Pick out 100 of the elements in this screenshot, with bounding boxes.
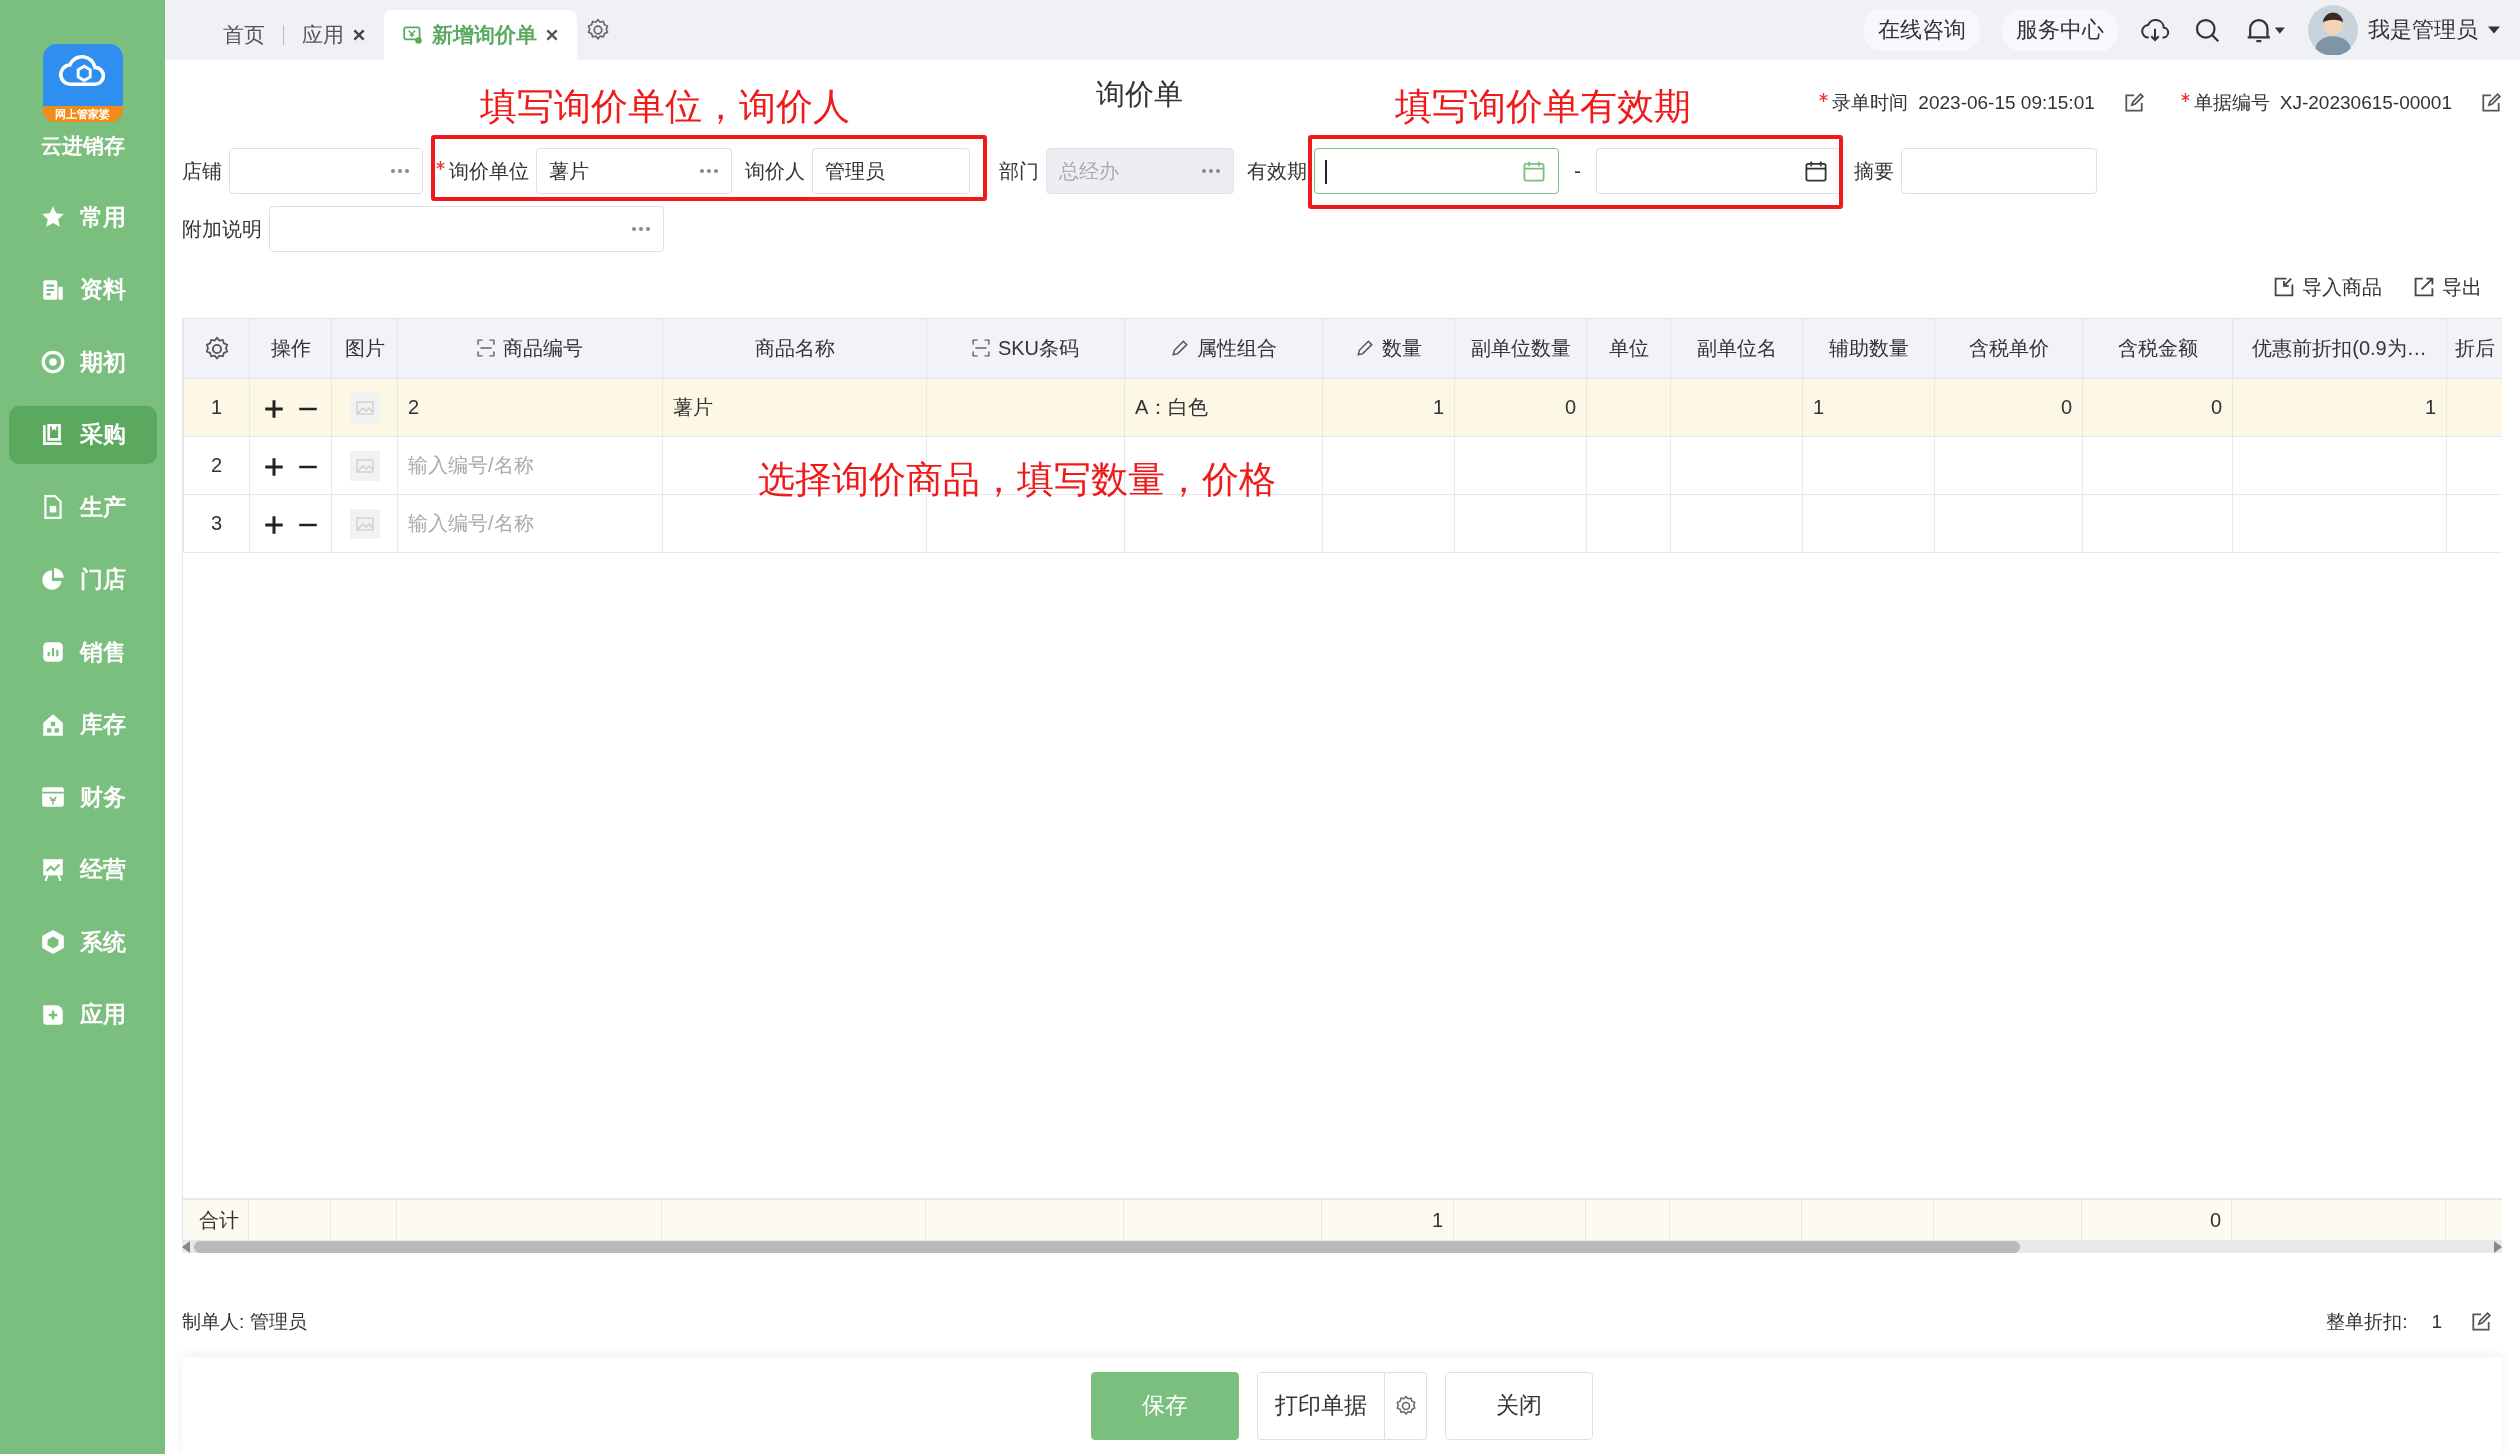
- save-button[interactable]: 保存: [1091, 1371, 1239, 1440]
- sidebar-item[interactable]: 系统: [8, 913, 157, 971]
- sidebar-item[interactable]: 应用: [8, 985, 157, 1044]
- edit-icon[interactable]: [2122, 92, 2145, 114]
- image-placeholder-icon: [349, 508, 380, 539]
- pencil-icon: [1170, 339, 1189, 357]
- date-field[interactable]: [1314, 148, 1559, 194]
- edit-icon[interactable]: [2470, 1311, 2492, 1333]
- row-number: 3: [183, 494, 250, 553]
- toolbar-button[interactable]: 导入商品: [2272, 273, 2382, 301]
- calendar-icon: [1522, 159, 1546, 183]
- export-icon: [2412, 275, 2436, 299]
- tab[interactable]: 应用: [284, 10, 384, 60]
- edit-icon[interactable]: [2480, 92, 2502, 114]
- annotation-text: 填写询价单有效期: [1395, 85, 1691, 129]
- more-icon[interactable]: [390, 168, 410, 174]
- table-cell: 1: [2232, 378, 2447, 437]
- print-button[interactable]: 打印单据: [1257, 1371, 1385, 1440]
- annotation-text: 选择询价商品，填写数量，价格: [758, 458, 1276, 502]
- toolbar-button[interactable]: 导出: [2412, 273, 2482, 301]
- meta-value: XJ-20230615-00001: [2279, 92, 2452, 114]
- sidebar-item[interactable]: 生产: [8, 478, 157, 536]
- form-title: 询价单: [1096, 77, 1183, 112]
- column-header: 副单位数量: [1454, 318, 1587, 379]
- annotation-text: 填写询价单位，询价人: [480, 85, 850, 129]
- horizontal-scrollbar[interactable]: [182, 1241, 2502, 1253]
- pie-chart-icon: [39, 566, 66, 593]
- input-field[interactable]: 管理员: [812, 148, 970, 194]
- picker-field[interactable]: [269, 206, 664, 252]
- field-label: 摘要: [1854, 158, 1894, 184]
- sidebar-item[interactable]: 期初: [8, 333, 157, 391]
- close-icon[interactable]: [545, 28, 559, 42]
- column-header: 含税金额: [2082, 318, 2233, 379]
- column-header: 单位: [1586, 318, 1671, 379]
- column-header: 折后: [2446, 318, 2502, 379]
- maker-text: 制单人: 管理员: [182, 1310, 307, 1334]
- logo-badge: 网上管家婆: [42, 106, 123, 122]
- close-button[interactable]: 关闭: [1445, 1371, 1593, 1440]
- tab[interactable]: 首页: [205, 10, 283, 60]
- caret-icon[interactable]: [2488, 26, 2500, 34]
- calendar-icon: [1804, 159, 1828, 183]
- app-name: 云进销存: [40, 133, 125, 159]
- header-link-button[interactable]: 在线咨询: [1864, 9, 1980, 51]
- input-field[interactable]: [1901, 148, 2097, 194]
- import-icon: [2272, 275, 2296, 299]
- header-link-button[interactable]: 服务中心: [2002, 9, 2118, 51]
- sidebar-item[interactable]: 库存: [8, 695, 157, 754]
- table-cell: 输入编号/名称: [397, 436, 663, 495]
- add-row-icon[interactable]: [263, 514, 284, 535]
- print-settings-button[interactable]: [1385, 1371, 1427, 1440]
- totals-cell: 1: [1321, 1199, 1454, 1241]
- totals-cell: 合计: [182, 1199, 249, 1241]
- sidebar-item[interactable]: 销售: [8, 623, 157, 681]
- add-row-icon[interactable]: [263, 456, 284, 477]
- table-cell: 输入编号/名称: [397, 494, 663, 553]
- meta-value: 2023-06-15 09:15:01: [1918, 92, 2095, 114]
- totals-cell: 0: [2081, 1199, 2232, 1241]
- more-icon[interactable]: [699, 168, 719, 174]
- image-placeholder-icon: [349, 392, 380, 423]
- table-cell: 2: [397, 378, 663, 437]
- scan-icon: [477, 339, 495, 357]
- column-header: 辅助数量: [1802, 318, 1935, 379]
- tab[interactable]: 新增询价单: [384, 10, 577, 60]
- discount-label: 整单折扣:: [2326, 1310, 2408, 1334]
- more-icon[interactable]: [631, 226, 651, 232]
- hexagon-icon: [39, 929, 66, 955]
- column-header: 数量: [1322, 318, 1455, 379]
- target-icon: [39, 349, 66, 375]
- column-header: 商品编号: [397, 318, 663, 379]
- picker-field[interactable]: [229, 148, 423, 194]
- sidebar-item[interactable]: 门店: [8, 550, 157, 609]
- field-label: 部门: [999, 158, 1039, 184]
- column-header: 操作: [249, 318, 332, 379]
- avatar[interactable]: [2308, 5, 2358, 55]
- column-header: 商品名称: [662, 318, 927, 379]
- sidebar-item[interactable]: 财务: [8, 768, 157, 826]
- field-label: 询价人: [745, 158, 805, 184]
- close-icon[interactable]: [352, 28, 366, 42]
- column-header: 图片: [331, 318, 398, 379]
- sidebar-item[interactable]: 采购: [8, 405, 157, 464]
- discount-value: 1: [2431, 1311, 2442, 1333]
- image-placeholder-icon: [349, 450, 380, 481]
- table-cell: 0: [1934, 378, 2083, 437]
- column-header: 副单位名: [1670, 318, 1803, 379]
- column-header: 含税单价: [1934, 318, 2083, 379]
- row-number: 1: [183, 378, 250, 437]
- field-label: 有效期: [1247, 158, 1307, 184]
- table-cell: 1: [1802, 378, 1935, 437]
- table-cell: 0: [2082, 378, 2233, 437]
- pencil-icon: [1355, 339, 1374, 357]
- sidebar-item[interactable]: 常用: [8, 188, 157, 246]
- row-number: 2: [183, 436, 250, 495]
- field-label: 店铺: [182, 158, 222, 184]
- table-cell: 0: [1454, 378, 1587, 437]
- user-name[interactable]: 我是管理员: [2368, 15, 2478, 45]
- picker-field[interactable]: 薯片: [536, 148, 732, 194]
- add-row-icon[interactable]: [263, 398, 284, 419]
- column-header: 优惠前折扣(0.9为…: [2232, 318, 2447, 379]
- sidebar-item[interactable]: 经营: [8, 840, 157, 899]
- sidebar-item[interactable]: 资料: [8, 260, 157, 319]
